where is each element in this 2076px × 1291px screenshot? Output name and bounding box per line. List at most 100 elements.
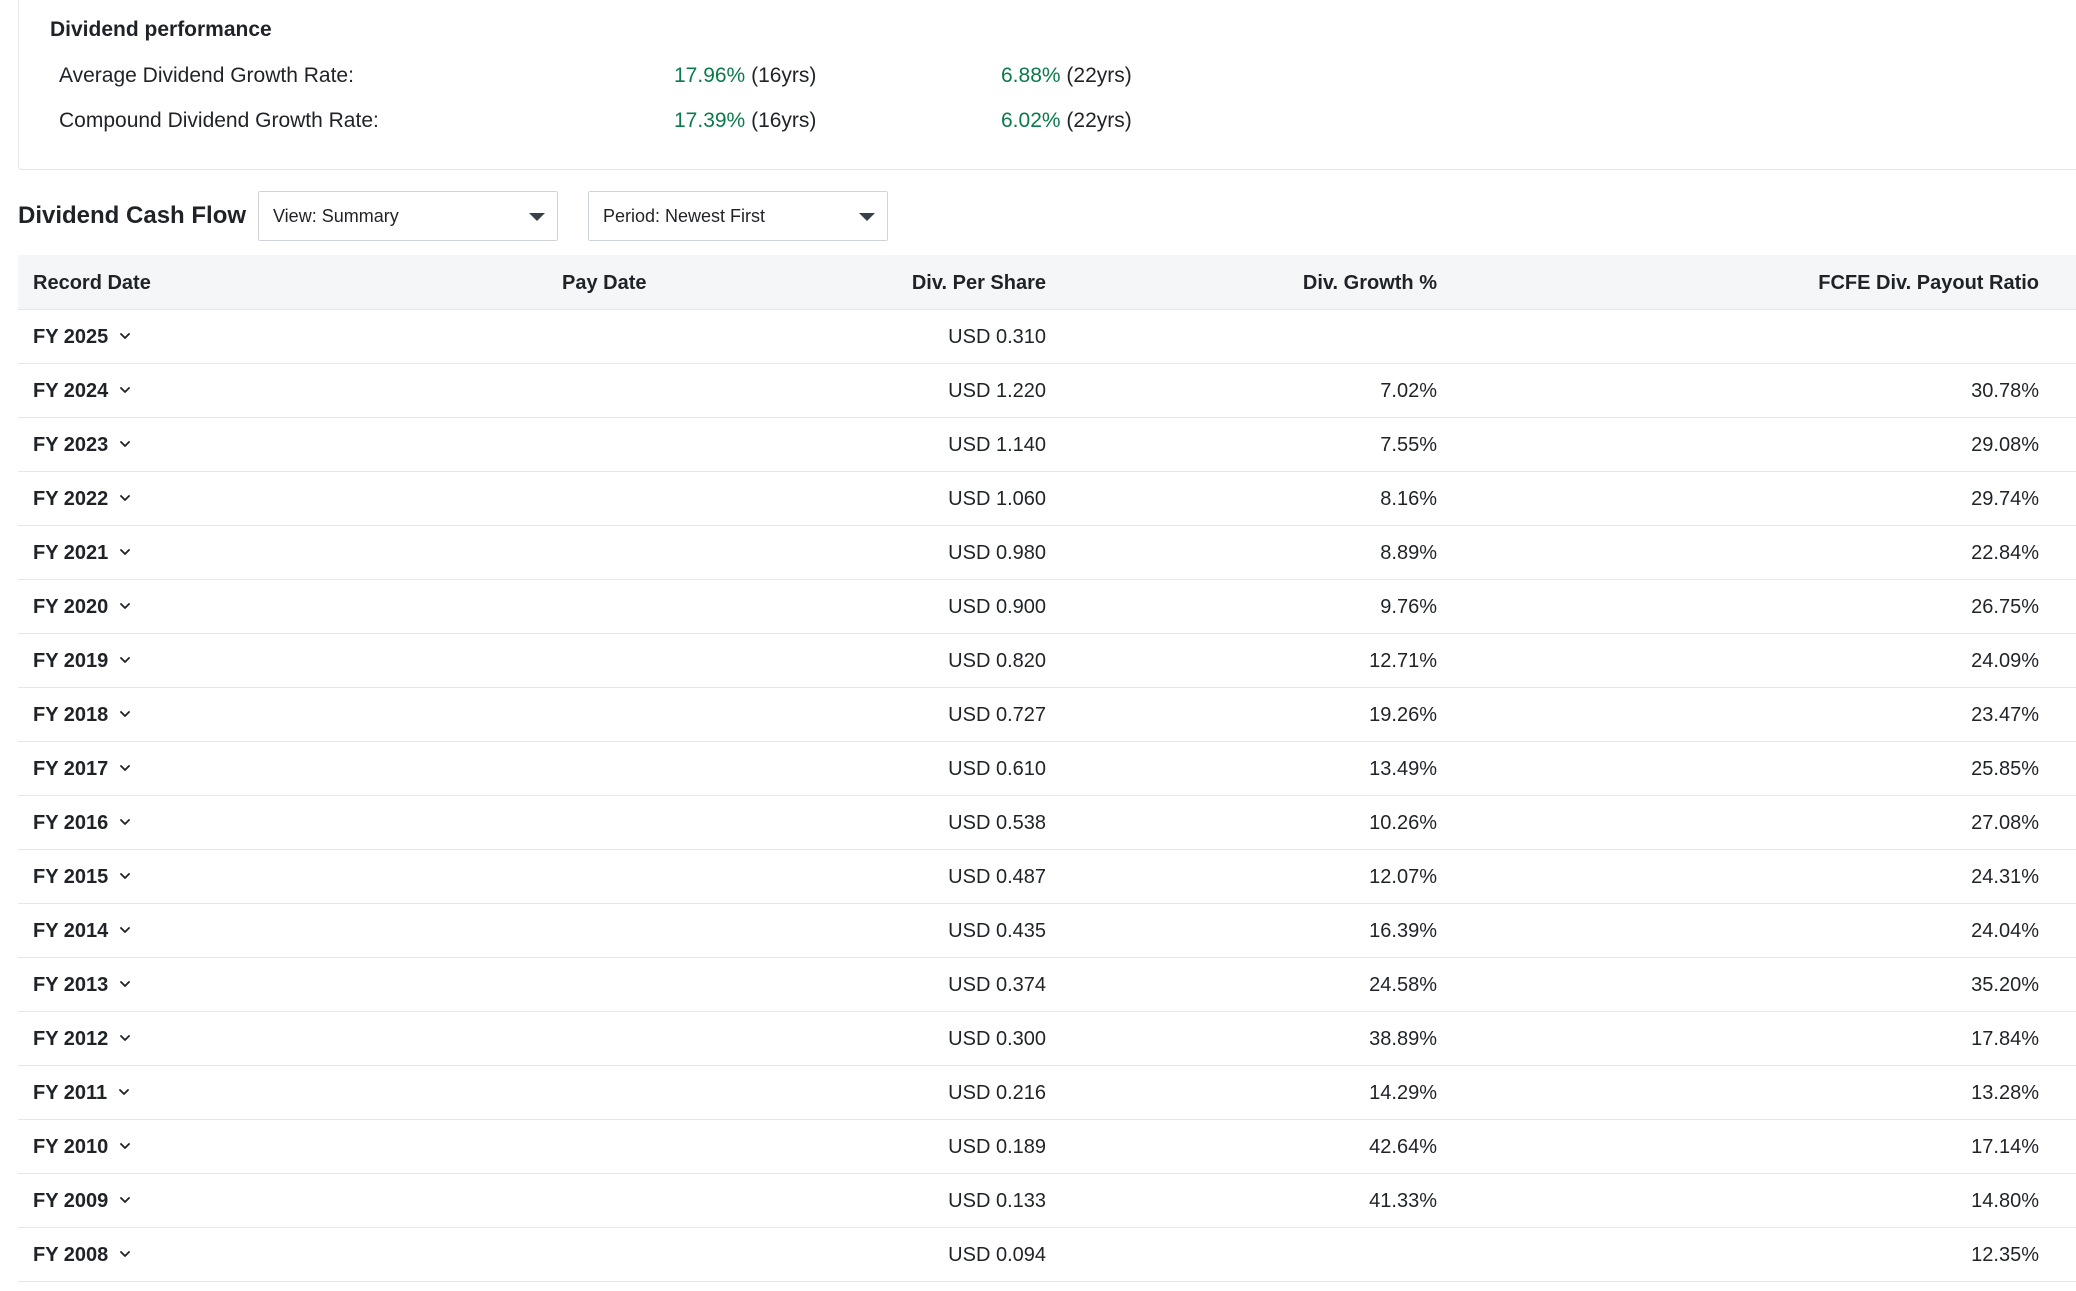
caret-down-icon: [529, 213, 545, 221]
payout-ratio: 27.08%: [1971, 812, 2039, 834]
record-period-toggle[interactable]: FY 2021: [33, 542, 132, 565]
div-per-share: USD 0.610: [948, 758, 1046, 780]
header-pay-date[interactable]: Pay Date: [562, 272, 647, 295]
div-growth: 42.64%: [1369, 1136, 1437, 1158]
record-period-toggle[interactable]: FY 2013: [33, 974, 132, 997]
record-period-toggle[interactable]: FY 2015: [33, 866, 132, 889]
avg-growth-22yrs-span: (22yrs): [1066, 64, 1132, 87]
record-period-toggle[interactable]: FY 2023: [33, 434, 132, 457]
record-period: FY 2021: [33, 542, 109, 564]
header-record-date[interactable]: Record Date: [33, 272, 151, 295]
table-row: FY 2016 USD 0.538 10.26% 27.08%: [18, 796, 2076, 850]
period-select-value: Period: Newest First: [603, 206, 766, 226]
chevron-down-icon: [120, 926, 131, 933]
table-header: Record Date Pay Date Div. Per Share Div.…: [18, 255, 2076, 310]
table-row: FY 2015 USD 0.487 12.07% 24.31%: [18, 850, 2076, 904]
div-growth: 10.26%: [1369, 812, 1437, 834]
payout-ratio: 12.35%: [1971, 1244, 2039, 1266]
chevron-down-icon: [120, 818, 131, 825]
div-per-share: USD 0.189: [948, 1136, 1046, 1158]
table-row: FY 2010 USD 0.189 42.64% 17.14%: [18, 1120, 2076, 1174]
record-period-toggle[interactable]: FY 2011: [33, 1082, 131, 1105]
div-per-share: USD 0.727: [948, 704, 1046, 726]
payout-ratio: 30.78%: [1971, 380, 2039, 402]
table-row: FY 2012 USD 0.300 38.89% 17.84%: [18, 1012, 2076, 1066]
record-period: FY 2019: [33, 650, 109, 672]
payout-ratio: 17.14%: [1971, 1136, 2039, 1158]
div-per-share: USD 1.060: [948, 488, 1046, 510]
record-period-toggle[interactable]: FY 2009: [33, 1190, 132, 1213]
div-per-share: USD 0.900: [948, 596, 1046, 618]
avg-growth-label: Average Dividend Growth Rate:: [59, 64, 354, 87]
record-period: FY 2009: [33, 1190, 109, 1212]
record-period-toggle[interactable]: FY 2014: [33, 920, 132, 943]
record-period-toggle[interactable]: FY 2020: [33, 596, 132, 619]
record-period-toggle[interactable]: FY 2025: [33, 326, 132, 349]
payout-ratio: 26.75%: [1971, 596, 2039, 618]
div-per-share: USD 0.374: [948, 974, 1046, 996]
period-select[interactable]: Period: Newest First: [588, 191, 888, 241]
record-period-toggle[interactable]: FY 2019: [33, 650, 132, 673]
div-growth: 19.26%: [1369, 704, 1437, 726]
chevron-down-icon: [119, 1088, 130, 1095]
chevron-down-icon: [120, 1196, 131, 1203]
payout-ratio: 24.09%: [1971, 650, 2039, 672]
record-period-toggle[interactable]: FY 2012: [33, 1028, 132, 1051]
div-per-share: USD 1.220: [948, 380, 1046, 402]
payout-ratio: 22.84%: [1971, 542, 2039, 564]
header-payout-ratio[interactable]: FCFE Div. Payout Ratio: [1818, 272, 2039, 295]
table-body: FY 2025 USD 0.310 FY 2024 USD 1.220 7.02% 30.…: [18, 310, 2076, 1282]
dividend-table: Record Date Pay Date Div. Per Share Div.…: [18, 255, 2076, 1282]
record-period: FY 2015: [33, 866, 109, 888]
record-period: FY 2014: [33, 920, 109, 942]
avg-growth-16yrs: 17.96% (16yrs): [674, 64, 816, 88]
record-period: FY 2013: [33, 974, 109, 996]
div-growth: 38.89%: [1369, 1028, 1437, 1050]
payout-ratio: 23.47%: [1971, 704, 2039, 726]
avg-growth-row: Average Dividend Growth Rate: 17.96% (16…: [19, 64, 2076, 94]
chevron-down-icon: [120, 872, 131, 879]
compound-growth-16yrs-pct: 17.39%: [674, 109, 746, 132]
div-growth: 12.71%: [1369, 650, 1437, 672]
chevron-down-icon: [120, 386, 131, 393]
table-row: FY 2021 USD 0.980 8.89% 22.84%: [18, 526, 2076, 580]
header-div-per-share[interactable]: Div. Per Share: [912, 272, 1046, 295]
record-period-toggle[interactable]: FY 2024: [33, 380, 132, 403]
record-period-toggle[interactable]: FY 2008: [33, 1244, 132, 1267]
compound-growth-16yrs-span: (16yrs): [751, 109, 817, 132]
div-per-share: USD 0.310: [948, 326, 1046, 348]
record-period: FY 2023: [33, 434, 109, 456]
header-div-growth[interactable]: Div. Growth %: [1303, 272, 1437, 295]
compound-growth-22yrs-span: (22yrs): [1066, 109, 1132, 132]
record-period: FY 2017: [33, 758, 109, 780]
payout-ratio: 13.28%: [1971, 1082, 2039, 1104]
record-period: FY 2024: [33, 380, 109, 402]
view-select[interactable]: View: Summary: [258, 191, 558, 241]
record-period-toggle[interactable]: FY 2016: [33, 812, 132, 835]
div-per-share: USD 0.216: [948, 1082, 1046, 1104]
div-per-share: USD 0.133: [948, 1190, 1046, 1212]
chevron-down-icon: [120, 656, 131, 663]
div-per-share: USD 0.435: [948, 920, 1046, 942]
table-row: FY 2022 USD 1.060 8.16% 29.74%: [18, 472, 2076, 526]
record-period: FY 2008: [33, 1244, 109, 1266]
table-row: FY 2009 USD 0.133 41.33% 14.80%: [18, 1174, 2076, 1228]
payout-ratio: 17.84%: [1971, 1028, 2039, 1050]
chevron-down-icon: [120, 1034, 131, 1041]
table-row: FY 2023 USD 1.140 7.55% 29.08%: [18, 418, 2076, 472]
div-growth: 8.89%: [1380, 542, 1437, 564]
chevron-down-icon: [120, 602, 131, 609]
chevron-down-icon: [120, 980, 131, 987]
table-row: FY 2011 USD 0.216 14.29% 13.28%: [18, 1066, 2076, 1120]
div-per-share: USD 0.094: [948, 1244, 1046, 1266]
record-period-toggle[interactable]: FY 2022: [33, 488, 132, 511]
record-period-toggle[interactable]: FY 2018: [33, 704, 132, 727]
record-period: FY 2011: [33, 1082, 108, 1104]
record-period-toggle[interactable]: FY 2017: [33, 758, 132, 781]
compound-growth-22yrs-pct: 6.02%: [1001, 109, 1061, 132]
compound-growth-16yrs: 17.39% (16yrs): [674, 109, 816, 133]
payout-ratio: 35.20%: [1971, 974, 2039, 996]
div-growth: 13.49%: [1369, 758, 1437, 780]
record-period-toggle[interactable]: FY 2010: [33, 1136, 132, 1159]
div-per-share: USD 0.538: [948, 812, 1046, 834]
